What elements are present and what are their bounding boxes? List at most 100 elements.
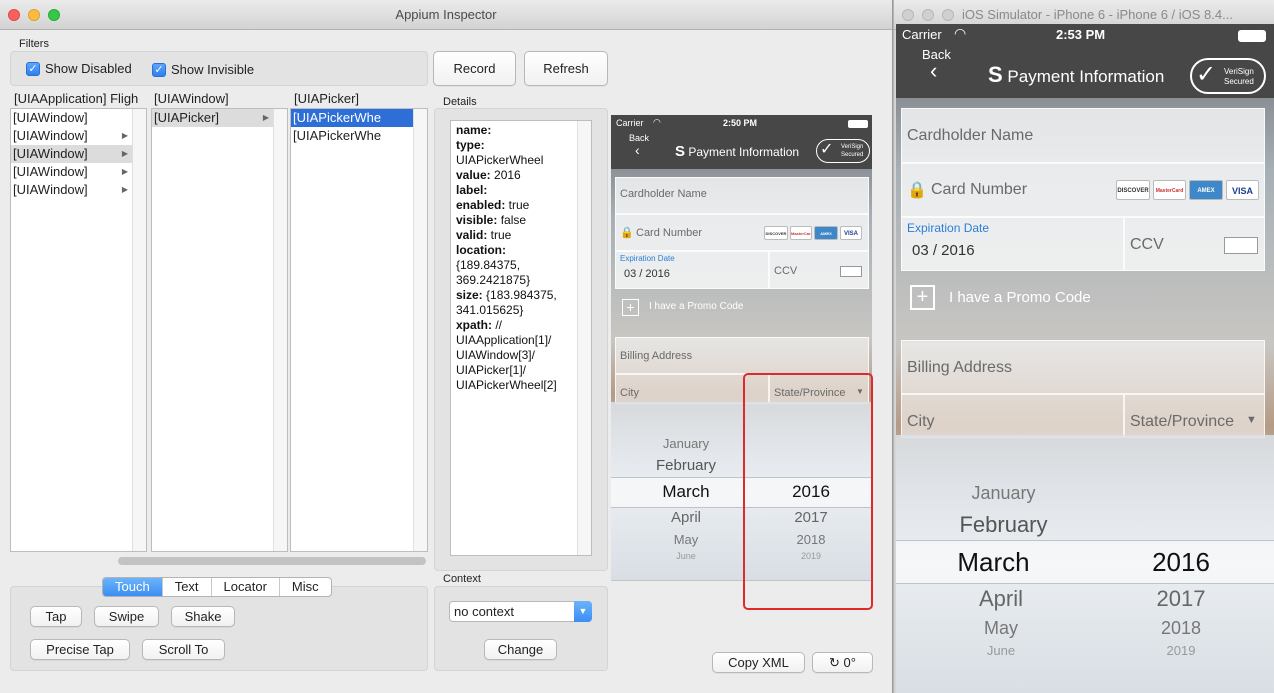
amex-card-icon: AMEX <box>1189 180 1223 200</box>
picker-month-item-selected[interactable]: March <box>896 547 1091 578</box>
precise-tap-button[interactable]: Precise Tap <box>30 639 130 660</box>
picker-year-item-selected[interactable]: 2016 <box>1131 547 1231 578</box>
picker-month-item[interactable]: June <box>896 643 1106 658</box>
details-text: name: type: UIAPickerWheel value: 2016 label… <box>451 121 591 393</box>
discover-card-icon: DISCOVER <box>1116 180 1150 200</box>
billing-address-field[interactable]: Billing Address <box>615 337 869 374</box>
tab-locator[interactable]: Locator <box>212 578 280 596</box>
vertical-scrollbar[interactable] <box>273 109 287 551</box>
list-item-selected[interactable]: [UIAPicker] ▶ <box>152 109 287 127</box>
battery-icon <box>848 120 868 128</box>
element-list-window[interactable]: [UIAPicker] ▶ <box>151 108 288 552</box>
picker-month-item[interactable]: April <box>611 509 761 526</box>
record-button[interactable]: Record <box>433 51 516 86</box>
picker-year-item[interactable]: 2019 <box>1131 643 1231 658</box>
details-line: location: <box>456 243 506 257</box>
list-item[interactable]: [UIAPickerWhe <box>291 127 427 145</box>
picker-year-item[interactable]: 2018 <box>1131 618 1231 639</box>
details-label: Details <box>443 96 477 108</box>
city-field[interactable]: City <box>901 394 1124 438</box>
details-line: UIAApplication[1]/ <box>456 333 552 347</box>
checkmark-icon: ✓ <box>1196 61 1217 88</box>
list-item-selected[interactable]: [UIAWindow] ▶ <box>11 145 146 163</box>
list-item-selected[interactable]: [UIAPickerWhe <box>291 109 427 127</box>
vertical-scrollbar[interactable] <box>413 109 427 551</box>
promo-code-link[interactable]: I have a Promo Code <box>949 289 1091 306</box>
lock-icon: 🔒 <box>907 182 927 199</box>
check-icon: ✓ <box>152 62 166 77</box>
state-field[interactable]: State/Province ▼ <box>1124 394 1265 438</box>
list-item[interactable]: [UIAWindow] ▶ <box>11 127 146 145</box>
picker-month-item[interactable]: February <box>611 457 761 474</box>
list-item[interactable]: [UIAWindow] ▶ <box>11 163 146 181</box>
shake-button[interactable]: Shake <box>171 606 235 627</box>
billing-address-field[interactable]: Billing Address <box>901 340 1265 394</box>
ccv-card-icon <box>840 266 862 277</box>
expiration-date-field[interactable]: Expiration Date 03 / 2016 <box>901 217 1124 271</box>
expiration-date-field[interactable]: Expiration Date 03 / 2016 <box>615 251 769 289</box>
context-select[interactable]: no context ▼ <box>449 601 592 622</box>
rotate-button[interactable]: ↻ 0° <box>812 652 873 673</box>
tab-touch[interactable]: Touch <box>103 578 163 596</box>
nav-title: S Payment Information <box>675 143 800 160</box>
zoom-window-button[interactable] <box>48 9 60 21</box>
back-button[interactable]: Back ‹ <box>629 133 649 157</box>
chevron-right-icon: ▶ <box>121 131 128 140</box>
list-item[interactable]: [UIAWindow] <box>11 109 146 127</box>
picker-month-item[interactable]: January <box>611 436 761 451</box>
element-list-picker[interactable]: [UIAPickerWhe [UIAPickerWhe <box>290 108 428 552</box>
refresh-button[interactable]: Refresh <box>524 51 608 86</box>
ccv-card-icon <box>1224 237 1258 254</box>
tap-button[interactable]: Tap <box>30 606 82 627</box>
visa-card-icon: VISA <box>1226 180 1259 200</box>
rotate-icon: ↻ <box>829 655 840 670</box>
show-invisible-checkbox[interactable]: ✓ Show Invisible <box>152 62 254 77</box>
simulator-title: iOS Simulator - iPhone 6 - iPhone 6 / iO… <box>962 7 1233 22</box>
cardholder-name-field[interactable]: Cardholder Name <box>615 177 869 214</box>
plus-icon[interactable]: + <box>910 285 935 310</box>
picker-month-item[interactable]: May <box>611 532 761 547</box>
vertical-scrollbar[interactable] <box>577 121 591 555</box>
ccv-field[interactable]: CCV <box>1124 217 1265 271</box>
card-number-field[interactable]: 🔒 Card Number DISCOVER MasterCard AMEX V… <box>615 214 869 251</box>
picker-month-item[interactable]: June <box>611 551 761 561</box>
simulator-screen[interactable]: Carrier ◠ 2:53 PM Back ‹ S Payment Infor… <box>896 24 1274 693</box>
show-disabled-checkbox[interactable]: ✓ Show Disabled <box>26 61 132 76</box>
promo-code-link[interactable]: I have a Promo Code <box>649 301 744 312</box>
close-window-button[interactable] <box>902 9 914 21</box>
copy-xml-button[interactable]: Copy XML <box>712 652 805 673</box>
picker-month-item-selected[interactable]: March <box>611 482 761 502</box>
card-number-field[interactable]: 🔒 Card Number DISCOVER MasterCard AMEX V… <box>901 163 1265 217</box>
column-header-picker: [UIAPicker] <box>294 91 360 106</box>
details-panel[interactable]: name: type: UIAPickerWheel value: 2016 label… <box>450 120 592 556</box>
date-picker[interactable]: January February March April May June 20… <box>896 435 1274 693</box>
zoom-window-button[interactable] <box>942 9 954 21</box>
back-button[interactable]: Back ‹ <box>922 47 951 82</box>
close-window-button[interactable] <box>8 9 20 21</box>
plus-icon[interactable]: + <box>622 299 639 316</box>
amex-card-icon: AMEX <box>814 226 838 240</box>
minimize-window-button[interactable] <box>922 9 934 21</box>
picker-month-item[interactable]: January <box>896 483 1111 504</box>
details-line: xpath: // <box>456 318 503 332</box>
appium-inspector-window: Appium Inspector Filters ✓ Show Disabled… <box>0 0 893 693</box>
swipe-button[interactable]: Swipe <box>94 606 159 627</box>
ccv-field[interactable]: CCV <box>769 251 869 289</box>
change-context-button[interactable]: Change <box>484 639 557 660</box>
column-header-window: [UIAWindow] <box>154 91 229 106</box>
horizontal-scrollbar[interactable] <box>118 557 426 565</box>
picker-month-item[interactable]: May <box>896 618 1106 639</box>
element-list-application[interactable]: [UIAWindow] [UIAWindow] ▶ [UIAWindow] ▶ [U… <box>10 108 147 552</box>
chevron-left-icon: ‹ <box>635 142 640 158</box>
tab-misc[interactable]: Misc <box>280 578 331 596</box>
list-item[interactable]: [UIAWindow] ▶ <box>11 181 146 199</box>
minimize-window-button[interactable] <box>28 9 40 21</box>
battery-icon <box>1238 30 1266 42</box>
cardholder-name-field[interactable]: Cardholder Name <box>901 108 1265 163</box>
picker-month-item[interactable]: April <box>896 586 1106 612</box>
scroll-to-button[interactable]: Scroll To <box>142 639 225 660</box>
vertical-scrollbar[interactable] <box>132 109 146 551</box>
tab-text[interactable]: Text <box>163 578 212 596</box>
picker-month-item[interactable]: February <box>896 512 1111 538</box>
picker-year-item[interactable]: 2017 <box>1131 586 1231 612</box>
